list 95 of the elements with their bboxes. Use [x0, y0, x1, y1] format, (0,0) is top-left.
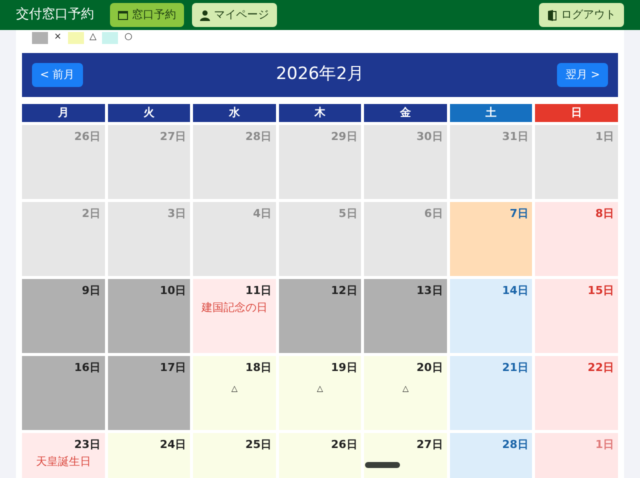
door-icon [547, 10, 557, 20]
day-number: 20日 [416, 360, 443, 376]
nav-button[interactable]: 窓口予約 [110, 3, 184, 27]
day-cell[interactable]: 24日 [108, 433, 190, 478]
day-cell[interactable]: 20日 △ [364, 356, 447, 430]
day-number: 19日 [330, 360, 358, 376]
day-cell[interactable]: 2日 [22, 202, 105, 276]
day-number: 26日 [74, 129, 101, 145]
day-cell[interactable]: 29日 [278, 125, 362, 199]
day-cell[interactable]: 27日 [108, 125, 190, 199]
day-number: 9日 [82, 283, 101, 299]
day-cell[interactable]: 21日 [450, 356, 532, 430]
day-cell[interactable]: 22日 [535, 356, 618, 430]
day-cell[interactable]: 6日 [364, 202, 447, 276]
nav-button[interactable]: マイページ [192, 3, 277, 27]
day-cell[interactable]: 28日 [450, 433, 532, 478]
day-number: 25日 [245, 437, 272, 453]
day-cell[interactable]: 28日 [193, 125, 276, 199]
day-number: 7日 [510, 206, 528, 222]
day-number: 8日 [595, 206, 614, 222]
day-number: 16日 [74, 360, 101, 376]
day-cell[interactable]: 7日 [450, 202, 532, 276]
next-month-button[interactable]: 翌月 > [557, 63, 608, 87]
day-cell[interactable]: 3日 [108, 202, 190, 276]
availability-mark: △ [402, 382, 409, 394]
day-cell[interactable]: 26日 [278, 433, 362, 478]
month-title: 2026年2月 [276, 63, 364, 86]
day-cell[interactable]: 18日 △ [193, 356, 276, 430]
drag-handle[interactable] [365, 462, 400, 468]
day-cell[interactable]: 17日 [108, 356, 190, 430]
day-cell[interactable]: 19日 △ [278, 356, 362, 430]
day-number: 24日 [160, 437, 186, 453]
day-cell[interactable]: 31日 [450, 125, 532, 199]
logout-button[interactable]: ログアウト [539, 3, 624, 27]
weekday-header: 月 [22, 104, 105, 122]
day-number: 21日 [502, 360, 528, 376]
day-number: 27日 [416, 437, 443, 453]
day-number: 10日 [160, 283, 186, 299]
day-cell[interactable]: 25日 [193, 433, 276, 478]
day-cell[interactable]: 26日 [22, 125, 105, 199]
day-cell[interactable]: 30日 [364, 125, 447, 199]
day-number: 11日 [245, 283, 272, 299]
holiday-name: 天皇誕生日 [36, 454, 91, 468]
day-cell[interactable]: 10日 [108, 279, 190, 353]
day-cell[interactable]: 5日 [278, 202, 362, 276]
day-number: 1日 [595, 437, 614, 453]
day-number: 14日 [502, 283, 528, 299]
day-cell[interactable]: 4日 [193, 202, 276, 276]
day-cell[interactable]: 15日 [535, 279, 618, 353]
legend-label: × [54, 31, 62, 44]
weekday-header: 土 [450, 104, 532, 122]
day-number: 6日 [424, 206, 443, 222]
day-number: 1日 [595, 129, 614, 145]
weekday-header: 日 [535, 104, 618, 122]
calendar-icon [118, 10, 128, 20]
day-number: 13日 [416, 283, 443, 299]
weekday-header: 火 [108, 104, 190, 122]
day-number: 12日 [330, 283, 358, 299]
day-number: 26日 [330, 437, 358, 453]
day-number: 27日 [160, 129, 186, 145]
availability-mark: △ [316, 382, 324, 394]
day-cell[interactable]: 11日 建国記念の日 [193, 279, 276, 353]
day-number: 28日 [502, 437, 528, 453]
app-title: 交付窓口予約 [16, 6, 94, 24]
day-cell[interactable]: 23日 天皇誕生日 [22, 433, 105, 478]
day-number: 5日 [338, 206, 358, 222]
day-cell[interactable]: 12日 [278, 279, 362, 353]
day-cell[interactable]: 9日 [22, 279, 105, 353]
day-number: 18日 [245, 360, 272, 376]
day-number: 28日 [245, 129, 272, 145]
day-cell[interactable]: 13日 [364, 279, 447, 353]
day-cell[interactable]: 27日 [364, 433, 447, 478]
day-cell[interactable]: 16日 [22, 356, 105, 430]
weekday-header: 水 [193, 104, 276, 122]
user-icon [200, 10, 210, 20]
day-number: 30日 [416, 129, 443, 145]
day-number: 3日 [167, 206, 186, 222]
holiday-name: 建国記念の日 [201, 300, 268, 314]
day-number: 23日 [74, 437, 101, 453]
day-number: 15日 [588, 283, 614, 299]
prev-month-button[interactable]: < 前月 [32, 63, 83, 87]
day-number: 2日 [82, 206, 101, 222]
legend-label: ○ [124, 31, 132, 44]
day-number: 17日 [160, 360, 186, 376]
day-number: 29日 [330, 129, 358, 145]
weekday-header: 木 [278, 104, 362, 122]
day-cell[interactable]: 14日 [450, 279, 532, 353]
weekday-header: 金 [364, 104, 447, 122]
day-number: 22日 [588, 360, 614, 376]
day-cell[interactable]: 1日 [535, 125, 618, 199]
day-number: 4日 [253, 206, 272, 222]
legend-label: △ [90, 31, 96, 44]
day-number: 31日 [502, 129, 528, 145]
day-cell[interactable]: 8日 [535, 202, 618, 276]
availability-mark: △ [231, 382, 238, 394]
